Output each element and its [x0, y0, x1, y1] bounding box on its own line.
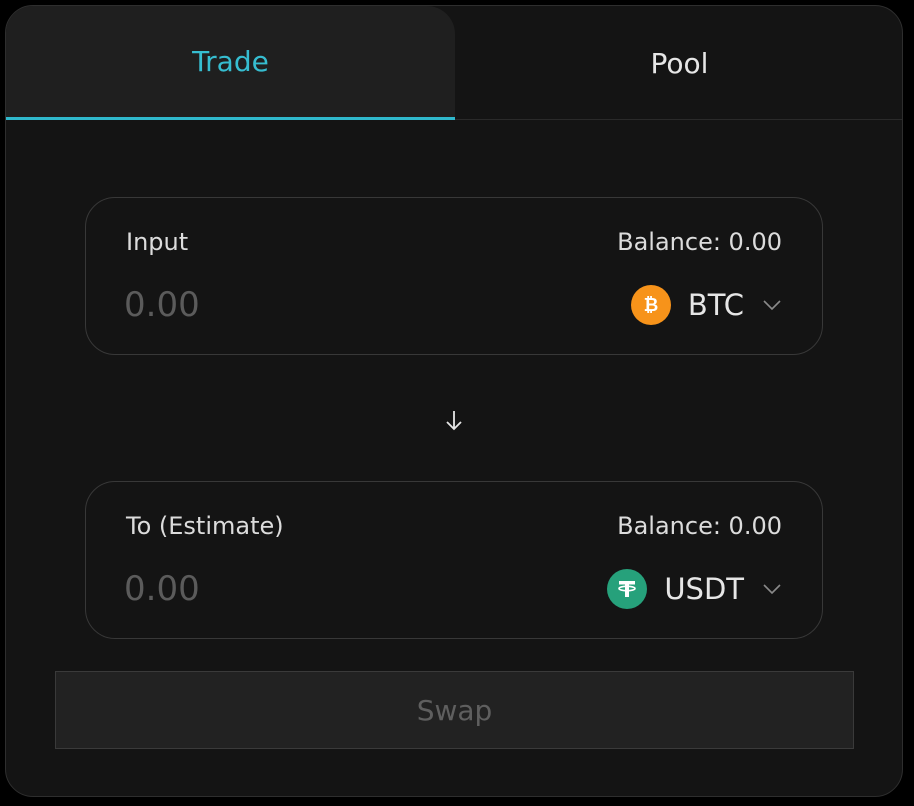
- arrow-down-icon: [444, 408, 464, 434]
- input-token-symbol: BTC: [687, 288, 744, 322]
- bitcoin-icon: ₿: [630, 285, 671, 325]
- input-amount-field[interactable]: [124, 282, 424, 328]
- input-label: Input: [126, 228, 189, 256]
- chevron-down-icon: [762, 579, 782, 599]
- svg-text:₿: ₿: [643, 295, 658, 316]
- output-balance: Balance: 0.00: [617, 512, 782, 540]
- output-amount-field[interactable]: [124, 566, 424, 612]
- tab-pool[interactable]: Pool: [455, 6, 902, 120]
- tab-bar: Trade Pool: [6, 6, 902, 120]
- swap-card: Trade Pool Input Balance: 0.00 ₿ BTC: [5, 5, 903, 797]
- input-panel: Input Balance: 0.00 ₿ BTC: [85, 197, 823, 355]
- swap-button[interactable]: Swap: [55, 671, 854, 749]
- output-token-selector[interactable]: USDT: [607, 566, 782, 612]
- tab-trade[interactable]: Trade: [6, 6, 455, 120]
- chevron-down-icon: [762, 295, 782, 315]
- input-balance: Balance: 0.00: [617, 228, 782, 256]
- tether-icon: [607, 569, 648, 609]
- tab-pool-label: Pool: [650, 46, 709, 80]
- output-token-symbol: USDT: [664, 572, 744, 606]
- output-label: To (Estimate): [126, 512, 284, 540]
- input-token-selector[interactable]: ₿ BTC: [630, 282, 782, 328]
- tab-trade-label: Trade: [192, 45, 269, 78]
- output-panel: To (Estimate) Balance: 0.00 USDT: [85, 481, 823, 639]
